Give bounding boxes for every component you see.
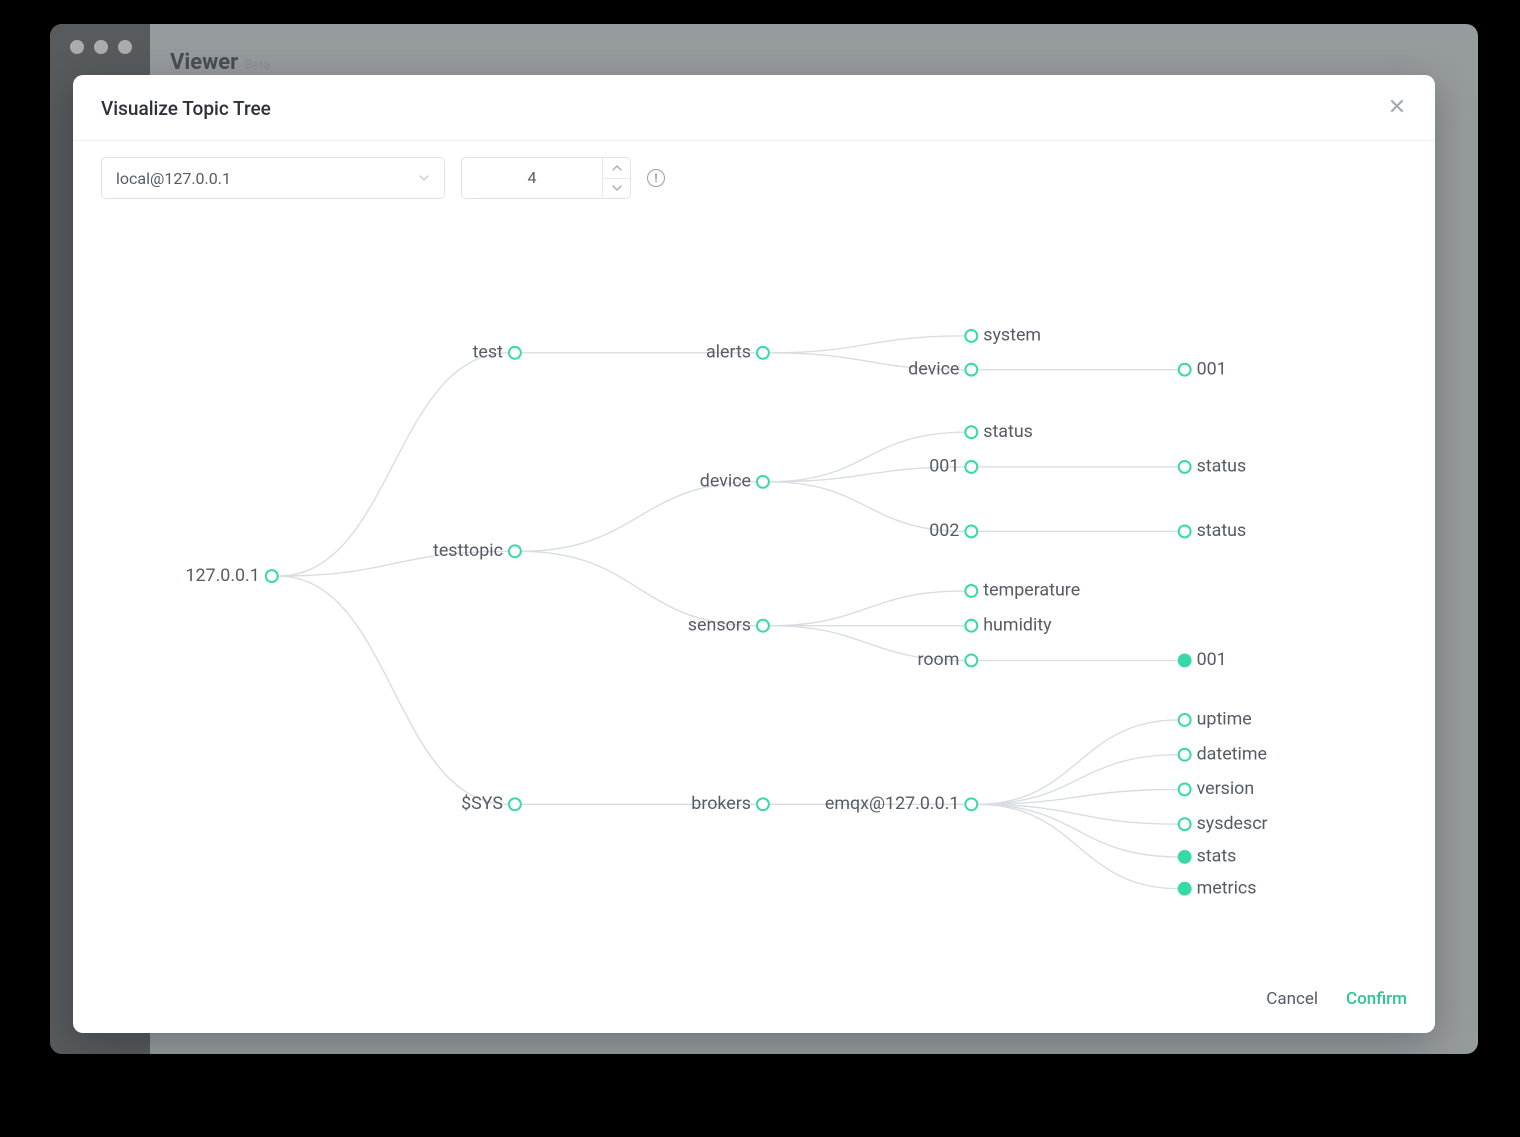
tree-node[interactable]: uptime [1179, 709, 1252, 730]
tree-node-label: brokers [691, 793, 751, 814]
tree-node[interactable]: test [473, 342, 521, 363]
tree-node-label: $SYS [461, 793, 503, 814]
connection-select[interactable]: local@127.0.0.1 [101, 157, 445, 199]
depth-decrement[interactable] [603, 179, 630, 199]
tree-node-label: temperature [983, 580, 1080, 601]
page-title-bg: ViewerBeta [170, 50, 271, 75]
tree-node[interactable]: sensors [688, 614, 769, 635]
dialog-footer: Cancel Confirm [73, 973, 1435, 1033]
depth-increment[interactable] [603, 158, 630, 179]
tree-node-label: sysdescr [1197, 813, 1268, 834]
tree-node[interactable]: device [700, 471, 769, 492]
tree-node[interactable]: 001 [1179, 358, 1227, 379]
tree-node[interactable]: status [965, 421, 1033, 442]
tree-node-label: status [1197, 520, 1247, 541]
tree-node[interactable]: 001 [1179, 649, 1227, 670]
tree-node[interactable]: stats [1179, 846, 1237, 867]
tree-node[interactable]: sysdescr [1179, 813, 1268, 834]
tree-node-label: device [908, 358, 959, 379]
tree-node[interactable]: room [917, 649, 977, 670]
tree-node[interactable]: system [965, 325, 1041, 346]
confirm-button[interactable]: Confirm [1346, 989, 1407, 1009]
tree-node-label: 001 [929, 456, 959, 477]
tree-node-label: status [983, 421, 1033, 442]
depth-value: 4 [462, 158, 602, 198]
tree-node[interactable]: metrics [1179, 877, 1257, 898]
tree-node-label: 127.0.0.1 [185, 565, 259, 586]
tree-node-label: stats [1197, 846, 1237, 867]
tree-node-label: room [917, 649, 959, 670]
tree-node-label: device [700, 471, 751, 492]
tree-node-label: sensors [688, 614, 751, 635]
tree-node[interactable]: status [1179, 520, 1247, 541]
tree-node[interactable]: $SYS [461, 793, 521, 814]
tree-node-label: metrics [1197, 877, 1257, 898]
tree-node[interactable]: version [1179, 778, 1255, 799]
topic-tree-canvas[interactable]: 127.0.0.1 test alerts system device 001 testto… [73, 199, 1435, 973]
tree-node-label: testtopic [433, 540, 503, 561]
tree-node[interactable]: device [908, 358, 977, 379]
tree-node-label: humidity [983, 614, 1052, 635]
tree-node-label: 001 [1197, 649, 1227, 670]
tree-node[interactable]: emqx@127.0.0.1 [825, 793, 977, 814]
tree-node[interactable]: status [1179, 456, 1247, 477]
dialog-header: Visualize Topic Tree ✕ [73, 75, 1435, 141]
visualize-topic-tree-dialog: Visualize Topic Tree ✕ local@127.0.0.1 4… [73, 75, 1435, 1033]
window-traffic-lights [70, 40, 132, 54]
depth-stepper[interactable]: 4 [461, 157, 631, 199]
tree-node-label: 001 [1197, 358, 1227, 379]
tree-node[interactable]: alerts [706, 342, 769, 363]
tree-node-label: 002 [929, 520, 959, 541]
info-icon: ! [647, 169, 665, 187]
dialog-controls: local@127.0.0.1 4 ! [73, 141, 1435, 199]
tree-node[interactable]: 002 [929, 520, 977, 541]
tree-node-label: emqx@127.0.0.1 [825, 793, 960, 814]
tree-node-label: alerts [706, 342, 751, 363]
tree-node[interactable]: datetime [1179, 743, 1267, 764]
connection-select-value: local@127.0.0.1 [116, 169, 231, 188]
tree-node-label: datetime [1197, 743, 1267, 764]
chevron-down-icon [418, 169, 430, 188]
tree-node[interactable]: 127.0.0.1 [185, 565, 277, 586]
tree-node[interactable]: testtopic [433, 540, 521, 561]
dialog-title: Visualize Topic Tree [101, 97, 271, 120]
tree-node[interactable]: humidity [965, 614, 1052, 635]
close-icon[interactable]: ✕ [1387, 99, 1407, 119]
tree-node-label: test [473, 342, 504, 363]
tree-node-label: status [1197, 456, 1247, 477]
tree-node-label: uptime [1197, 709, 1252, 730]
tree-node[interactable]: temperature [965, 580, 1080, 601]
cancel-button[interactable]: Cancel [1266, 989, 1318, 1009]
tree-node[interactable]: 001 [929, 456, 977, 477]
tree-node[interactable]: brokers [691, 793, 769, 814]
tree-node-label: version [1197, 778, 1255, 799]
tree-node-label: system [983, 325, 1041, 346]
